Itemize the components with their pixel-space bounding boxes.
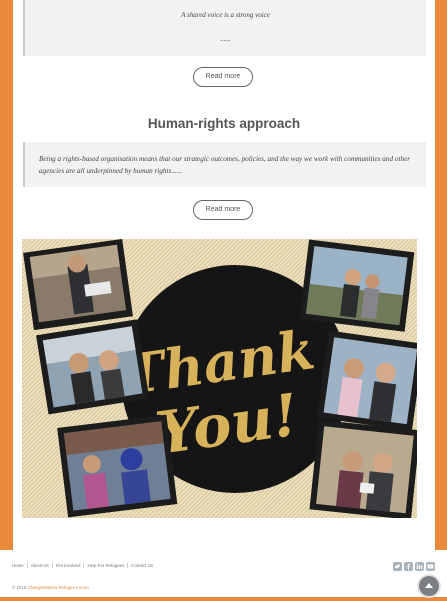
copyright-org-link[interactable]: ChangeMakers Refugee Forum [27,585,89,590]
footer-link-home[interactable]: Home [12,563,28,568]
footer-nav: Home About Us Get Involved Help For Refugee… [12,563,159,568]
photo-top-right [299,239,415,332]
social-links [393,562,435,571]
photo-middle-right [316,330,417,432]
thank-you-collage: Thank You! [22,239,417,518]
photo-middle-left [36,319,150,415]
back-to-top-button[interactable] [419,576,439,596]
arrow-up-icon [425,583,433,588]
copyright: © 2019 ChangeMakers Refugee Forum [12,585,89,590]
shared-voice-quote: A shared voice is a strong voice ...... [23,0,426,56]
photo-bottom-right [309,419,417,518]
facebook-icon[interactable] [404,562,413,571]
linkedin-icon[interactable] [415,562,424,571]
section-heading: Human-rights approach [147,116,301,131]
footer-link-about-us[interactable]: About Us [31,563,53,568]
footer-link-contact-us[interactable]: Contact Us [131,563,156,568]
content-panel: A shared voice is a strong voice ...... … [13,0,435,550]
quote-text: A shared voice is a strong voice [181,11,270,19]
footer-link-get-involved[interactable]: Get Involved [56,563,85,568]
youtube-icon[interactable] [426,562,435,571]
human-rights-quote: Being a rights-based organisation means … [23,142,426,187]
read-more-button[interactable]: Read more [193,67,253,87]
site-footer: Home About Us Get Involved Help For Refugee… [0,550,447,597]
photo-top-left [23,239,133,331]
copyright-prefix: © 2019 [12,585,28,590]
twitter-icon[interactable] [393,562,402,571]
quote-ellipsis: ...... [220,35,231,43]
read-more-button-2[interactable]: Read more [193,200,253,220]
photo-bottom-left [57,414,178,518]
footer-link-help-for-refugees[interactable]: Help For Refugees [87,563,129,568]
thank-you-banner-image: Thank You! [22,239,417,518]
